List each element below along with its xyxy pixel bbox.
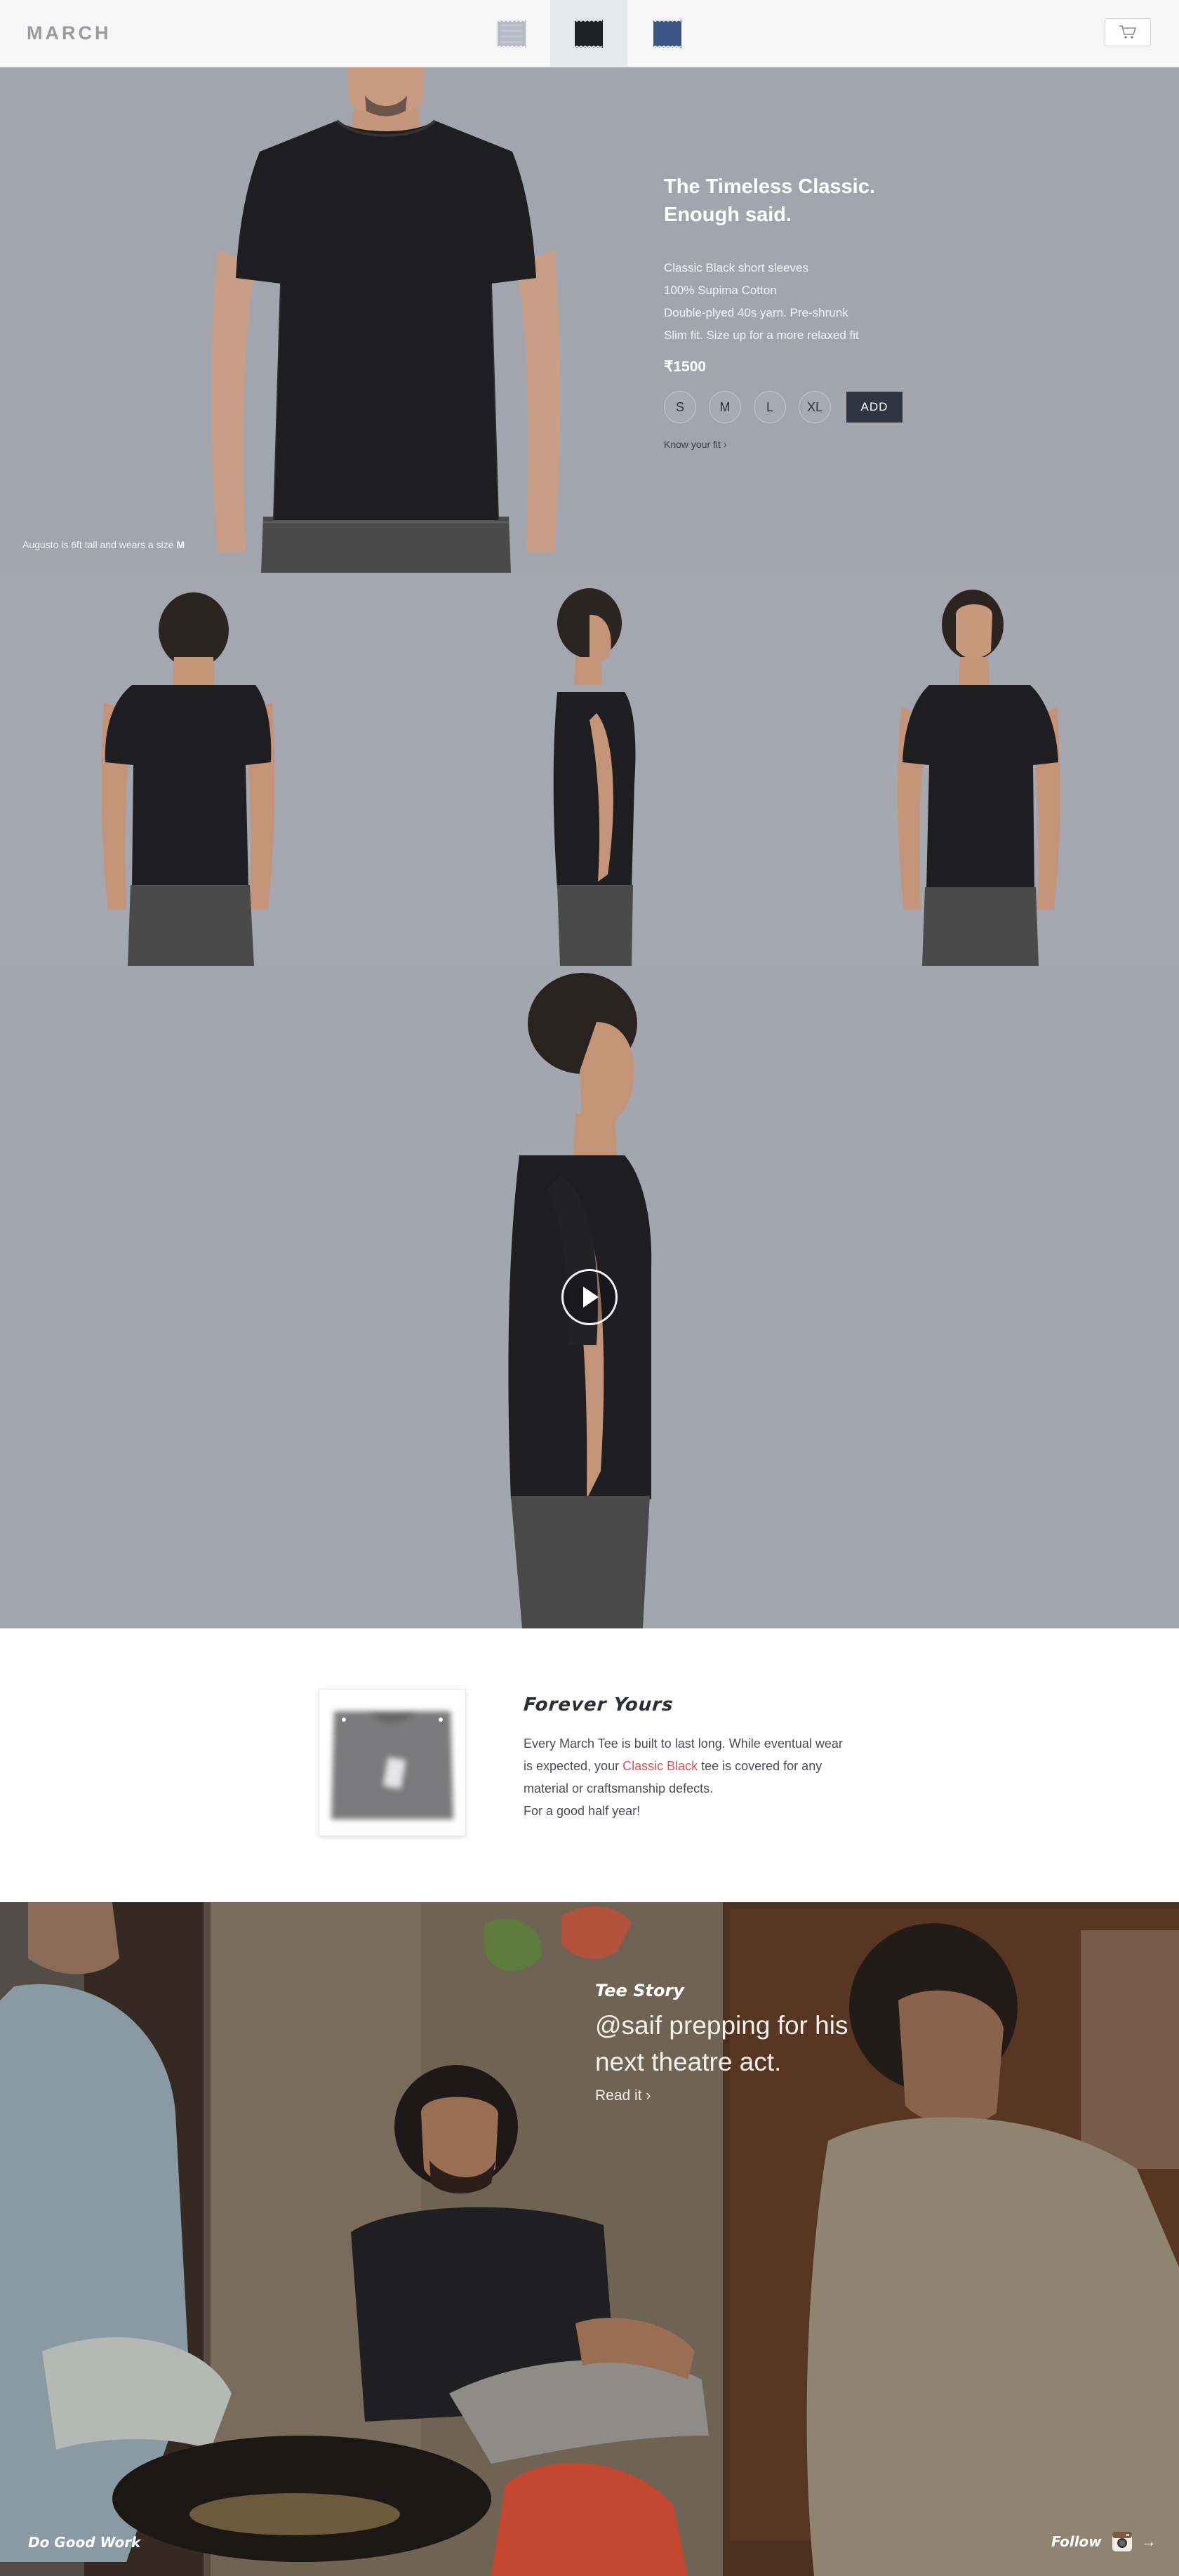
- warranty-body: Every March Tee is built to last long. W…: [524, 1732, 853, 1822]
- size-button-xl[interactable]: XL: [799, 391, 831, 423]
- fit-caption: Augusto is 6ft tall and wears a size M: [22, 539, 185, 550]
- video-section: [0, 966, 1179, 1628]
- read-story-link[interactable]: Read it ›: [595, 2087, 918, 2104]
- arrow-right-icon: →: [1140, 2532, 1157, 2550]
- product-title-line-1: The Timeless Classic.: [664, 175, 875, 198]
- feature-item: Slim fit. Size up for a more relaxed fit: [664, 328, 859, 342]
- warranty-copy: Forever Yours Every March Tee is built t…: [522, 1694, 853, 1822]
- size-button-m[interactable]: M: [709, 391, 741, 423]
- size-selector: S M L XL ADD: [664, 391, 959, 423]
- story-copy: Tee Story @saif prepping for his next th…: [595, 1981, 918, 2104]
- add-to-cart-button[interactable]: ADD: [846, 392, 902, 423]
- story-headline: @saif prepping for his next theatre act.: [595, 2007, 918, 2080]
- folded-tee-graphic: [331, 1711, 453, 1819]
- size-button-l[interactable]: L: [754, 391, 786, 423]
- warranty-closing: For a good half year!: [524, 1804, 641, 1818]
- swatch-black[interactable]: [550, 0, 627, 67]
- tee-story-section: Tee Story @saif prepping for his next th…: [0, 1902, 1179, 2576]
- story-label: Tee Story: [595, 1981, 684, 2000]
- fabric-swatch-grey-icon: [497, 18, 526, 49]
- know-your-fit-link[interactable]: Know your fit ›: [664, 439, 959, 450]
- fabric-swatch-navy-icon: [653, 18, 681, 49]
- fit-caption-text: Augusto is 6ft tall and wears a size: [22, 539, 174, 550]
- product-title: The Timeless Classic. Enough said.: [664, 173, 959, 229]
- brand-logo[interactable]: MARCH: [27, 22, 112, 44]
- follow-label: Follow: [1051, 2533, 1102, 2550]
- story-background-image: [0, 1902, 1179, 2576]
- fit-caption-size: M: [176, 539, 185, 550]
- warranty-title: Forever Yours: [522, 1694, 674, 1715]
- cart-icon: [1119, 25, 1137, 39]
- site-header: MARCH: [0, 0, 1179, 67]
- warranty-color-name: Classic Black: [622, 1759, 698, 1773]
- story-headline-line-2: next theatre act.: [595, 2047, 782, 2076]
- model-three-quarter-image: [898, 590, 1060, 966]
- play-icon: [583, 1287, 599, 1308]
- product-details: The Timeless Classic. Enough said. Class…: [664, 173, 959, 450]
- folded-tee-image: [319, 1689, 466, 1836]
- swatch-navy[interactable]: [629, 0, 706, 67]
- product-title-line-2: Enough said.: [664, 204, 792, 226]
- swatch-grey[interactable]: [473, 0, 550, 67]
- warranty-section: Forever Yours Every March Tee is built t…: [0, 1628, 1179, 1902]
- follow-link[interactable]: Follow →: [1051, 2531, 1157, 2552]
- size-button-s[interactable]: S: [664, 391, 696, 423]
- price: ₹1500: [664, 359, 707, 375]
- feature-list: Classic Black short sleeves 100% Supima …: [664, 257, 959, 347]
- cart-button[interactable]: [1105, 18, 1151, 46]
- fabric-swatch-black-icon: [574, 18, 603, 49]
- angle-gallery: [0, 573, 1179, 966]
- feature-item: Classic Black short sleeves: [664, 261, 808, 274]
- model-back-image: [101, 592, 275, 966]
- hero-section: Augusto is 6ft tall and wears a size M T…: [0, 67, 1179, 573]
- instagram-icon: [1112, 2532, 1132, 2551]
- story-headline-line-1: @saif prepping for his: [595, 2011, 848, 2040]
- feature-item: Double-plyed 40s yarn. Pre-shrunk: [664, 306, 848, 319]
- feature-item: 100% Supima Cotton: [664, 284, 777, 297]
- footer-tagline: Do Good Work: [28, 2534, 141, 2551]
- model-front-image: [211, 67, 561, 573]
- play-video-button[interactable]: [561, 1269, 618, 1325]
- model-side-image: [553, 588, 636, 966]
